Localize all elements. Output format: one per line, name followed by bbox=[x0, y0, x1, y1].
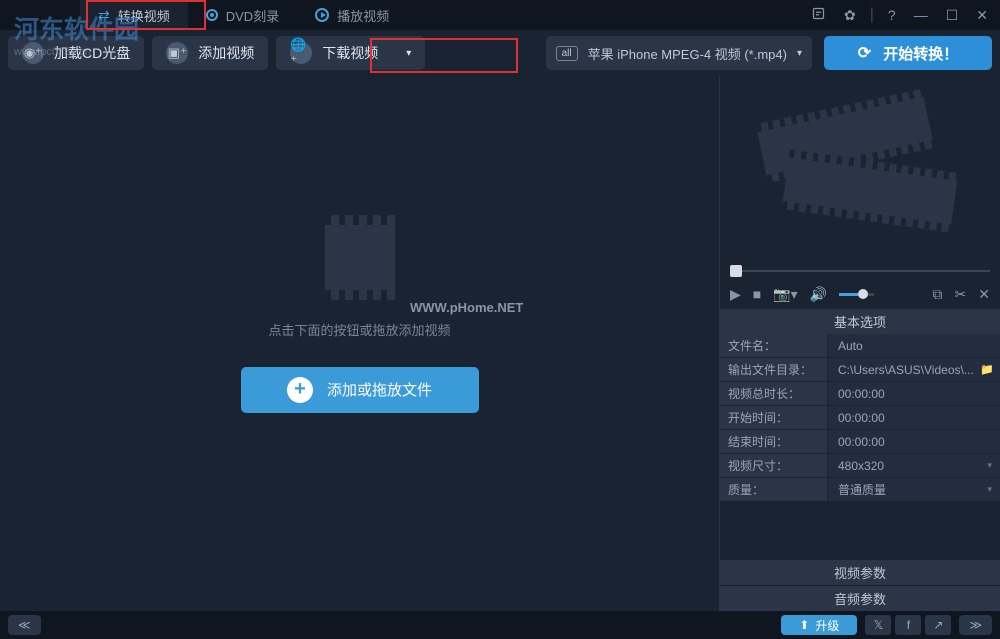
cut-button[interactable]: ✂ bbox=[955, 286, 967, 303]
property-label: 视频总时长： bbox=[720, 382, 828, 405]
property-row: 结束时间：00:00:00 bbox=[720, 430, 1000, 454]
button-label: 开始转换！ bbox=[883, 43, 958, 64]
button-label: 添加视频 bbox=[198, 43, 254, 63]
start-convert-button[interactable]: ⟳ 开始转换！ bbox=[824, 36, 992, 70]
property-label: 文件名： bbox=[720, 334, 828, 357]
property-row: 开始时间：00:00:00 bbox=[720, 406, 1000, 430]
load-cd-button[interactable]: ◉⁺ 加载CD光盘 bbox=[8, 36, 144, 70]
file-drop-area[interactable]: 点击下面的按钮或拖放添加视频 + 添加或拖放文件 bbox=[0, 76, 720, 611]
right-panel: ▶ ■ 📷▾ 🔊 ⧉ ✂ ✕ 基本选项 文件名：Auto输出文件目录：C:\Us… bbox=[720, 76, 1000, 611]
property-row: 输出文件目录：C:\Users\ASUS\Videos\...📁 bbox=[720, 358, 1000, 382]
crop-button[interactable]: ✕ bbox=[978, 286, 990, 303]
property-value[interactable]: 普通质量▾ bbox=[828, 478, 1000, 501]
stop-button[interactable]: ■ bbox=[753, 286, 761, 302]
minimize-button[interactable]: — bbox=[910, 5, 932, 25]
film-placeholder-icon bbox=[325, 215, 395, 300]
video-plus-icon: ▣⁺ bbox=[166, 42, 188, 64]
folder-icon[interactable]: 📁 bbox=[980, 363, 994, 376]
property-value[interactable]: 00:00:00 bbox=[828, 406, 1000, 429]
tab-play-video[interactable]: 播放视频 bbox=[297, 0, 407, 30]
property-row: 视频尺寸：480x320▾ bbox=[720, 454, 1000, 478]
collapse-right-button[interactable]: ≫ bbox=[959, 615, 992, 635]
audio-params-header[interactable]: 音频参数 bbox=[720, 585, 1000, 611]
button-label: 升级 bbox=[815, 617, 839, 634]
tab-label: 转换视频 bbox=[118, 6, 170, 25]
property-label: 视频尺寸： bbox=[720, 454, 828, 477]
footer: ≪ ⬆ 升级 𝕏 f ↗ ≫ bbox=[0, 611, 1000, 639]
chevron-down-icon: ▾ bbox=[406, 48, 411, 59]
button-label: 下载视频 bbox=[322, 43, 378, 63]
upgrade-button[interactable]: ⬆ 升级 bbox=[781, 615, 857, 635]
snapshot-button[interactable]: 📷▾ bbox=[773, 286, 797, 303]
toolbar: ◉⁺ 加载CD光盘 ▣⁺ 添加视频 🌐⁺ 下载视频 ▾ all 苹果 iPhon… bbox=[0, 30, 1000, 76]
add-file-button[interactable]: + 添加或拖放文件 bbox=[241, 367, 479, 413]
tab-dvd-burn[interactable]: DVD刻录 bbox=[188, 0, 297, 30]
share-button[interactable]: ↗ bbox=[925, 615, 951, 635]
play-icon bbox=[315, 8, 329, 22]
main-area: 点击下面的按钮或拖放添加视频 + 添加或拖放文件 ▶ ■ 📷▾ 🔊 ⧉ ✂ bbox=[0, 76, 1000, 611]
globe-plus-icon: 🌐⁺ bbox=[290, 42, 312, 64]
plus-icon: + bbox=[287, 377, 313, 403]
chevron-down-icon: ▾ bbox=[987, 460, 992, 471]
button-label: 加载CD光盘 bbox=[54, 43, 130, 63]
gear-icon[interactable]: ✿ bbox=[840, 5, 860, 26]
properties-table: 文件名：Auto输出文件目录：C:\Users\ASUS\Videos\...📁… bbox=[720, 334, 1000, 502]
tab-label: 播放视频 bbox=[337, 6, 389, 25]
property-label: 结束时间： bbox=[720, 430, 828, 453]
seek-bar[interactable] bbox=[720, 266, 1000, 280]
filmstrip-art-icon bbox=[760, 106, 960, 236]
cd-plus-icon: ◉⁺ bbox=[22, 42, 44, 64]
output-format-select[interactable]: all 苹果 iPhone MPEG-4 视频 (*.mp4) ▾ bbox=[546, 36, 812, 70]
convert-icon: ⇄ bbox=[98, 7, 110, 24]
upgrade-icon: ⬆ bbox=[799, 618, 809, 632]
button-label: 添加或拖放文件 bbox=[327, 379, 432, 400]
disc-icon bbox=[206, 9, 218, 21]
property-label: 质量： bbox=[720, 478, 828, 501]
property-row: 质量：普通质量▾ bbox=[720, 478, 1000, 502]
close-button[interactable]: ✕ bbox=[972, 5, 992, 26]
property-row: 视频总时长：00:00:00 bbox=[720, 382, 1000, 406]
player-controls: ▶ ■ 📷▾ 🔊 ⧉ ✂ ✕ bbox=[720, 280, 1000, 308]
chevron-down-icon: ▾ bbox=[987, 484, 992, 495]
drop-hint-text: 点击下面的按钮或拖放添加视频 bbox=[268, 320, 450, 339]
titlebar-controls: ✿ | ? — ☐ ✕ bbox=[807, 4, 1000, 26]
property-value[interactable]: 00:00:00 bbox=[828, 430, 1000, 453]
play-button[interactable]: ▶ bbox=[730, 286, 741, 303]
property-label: 开始时间： bbox=[720, 406, 828, 429]
tab-label: DVD刻录 bbox=[226, 6, 279, 25]
video-preview bbox=[720, 76, 1000, 266]
maximize-button[interactable]: ☐ bbox=[942, 5, 963, 26]
property-row: 文件名：Auto bbox=[720, 334, 1000, 358]
help-button[interactable]: ? bbox=[884, 5, 900, 25]
facebook-button[interactable]: f bbox=[895, 615, 921, 635]
volume-button[interactable]: 🔊 bbox=[810, 286, 827, 303]
property-value[interactable]: 00:00:00 bbox=[828, 382, 1000, 405]
property-value[interactable]: 480x320▾ bbox=[828, 454, 1000, 477]
all-badge: all bbox=[556, 46, 578, 61]
collapse-left-button[interactable]: ≪ bbox=[8, 615, 41, 635]
property-label: 输出文件目录： bbox=[720, 358, 828, 381]
video-params-header[interactable]: 视频参数 bbox=[720, 559, 1000, 585]
social-buttons: 𝕏 f ↗ bbox=[865, 615, 951, 635]
basic-options-header: 基本选项 bbox=[720, 308, 1000, 334]
volume-slider[interactable] bbox=[839, 293, 874, 296]
property-value[interactable]: C:\Users\ASUS\Videos\...📁 bbox=[828, 358, 1000, 381]
download-video-button[interactable]: 🌐⁺ 下载视频 ▾ bbox=[276, 36, 425, 70]
link-button[interactable]: ⧉ bbox=[933, 286, 943, 303]
add-video-button[interactable]: ▣⁺ 添加视频 bbox=[152, 36, 268, 70]
edit-icon[interactable] bbox=[807, 4, 830, 26]
twitter-button[interactable]: 𝕏 bbox=[865, 615, 891, 635]
refresh-icon: ⟳ bbox=[858, 43, 871, 63]
format-label: 苹果 iPhone MPEG-4 视频 (*.mp4) bbox=[588, 44, 787, 63]
tab-convert-video[interactable]: ⇄ 转换视频 bbox=[80, 0, 188, 30]
property-value[interactable]: Auto bbox=[828, 334, 1000, 357]
titlebar: ⇄ 转换视频 DVD刻录 播放视频 ✿ | ? — ☐ ✕ bbox=[0, 0, 1000, 30]
chevron-down-icon: ▾ bbox=[797, 48, 802, 59]
